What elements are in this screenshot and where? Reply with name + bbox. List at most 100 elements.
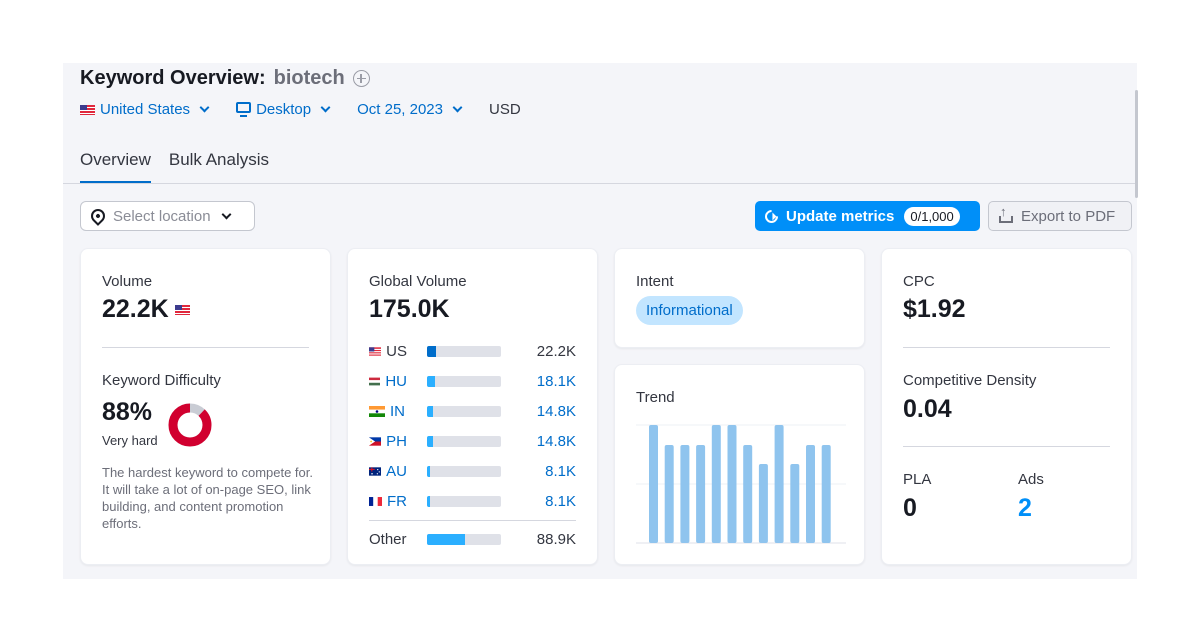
volume-share-bar — [427, 465, 501, 477]
tabs: Overview Bulk Analysis — [80, 150, 269, 184]
country-row-fr[interactable]: FR 8.1K — [369, 491, 576, 511]
trend-chart — [636, 424, 846, 544]
cpc-card: CPC $1.92 Competitive Density 0.04 PLA 0… — [881, 248, 1132, 565]
monitor-icon — [236, 102, 252, 117]
country-row-other: Other 88.9K — [369, 529, 576, 549]
country-code-cell: IN — [369, 403, 407, 420]
device-selector[interactable]: Desktop — [236, 101, 331, 118]
ads-value[interactable]: 2 — [1018, 494, 1032, 523]
country-selector[interactable]: United States — [80, 101, 210, 118]
hu-flag-icon — [369, 377, 381, 385]
volume-share-fill — [427, 345, 437, 357]
country-volume: 18.1K — [536, 372, 576, 390]
country-row-hu[interactable]: HU 18.1K — [369, 371, 576, 391]
trend-label: Trend — [636, 389, 675, 406]
kd-value: 88% — [102, 398, 153, 426]
trend-bar — [774, 425, 784, 543]
keyword-overview-panel: Keyword Overview: biotech United States … — [63, 63, 1137, 579]
cpc-value: $1.92 — [903, 295, 966, 323]
volume-share-bar — [427, 495, 501, 507]
country-code-cell: PH — [369, 433, 407, 450]
tab-overview[interactable]: Overview — [80, 150, 151, 184]
pla-label: PLA — [903, 471, 932, 488]
update-metrics-label: Update metrics — [786, 207, 895, 225]
us-flag-icon — [369, 346, 382, 356]
au-flag-icon — [369, 466, 382, 476]
export-pdf-button[interactable]: Export to PDF — [988, 201, 1132, 231]
volume-share-bar — [427, 375, 501, 387]
page-header: Keyword Overview: biotech — [80, 67, 370, 90]
global-volume-label: Global Volume — [369, 273, 467, 290]
volume-share-fill — [427, 375, 435, 387]
competitive-density-value: 0.04 — [903, 395, 952, 423]
volume-share-fill — [427, 495, 431, 507]
tab-bulk-analysis[interactable]: Bulk Analysis — [169, 150, 269, 184]
volume-kd-card: Volume 22.2K Keyword Difficulty 88% Very… — [80, 248, 331, 565]
volume-share-bar — [427, 405, 501, 417]
country-row-au[interactable]: AU 8.1K — [369, 461, 576, 481]
kd-label: Keyword Difficulty — [102, 372, 221, 389]
location-pin-icon — [88, 206, 108, 226]
update-metrics-button[interactable]: Update metrics 0/1,000 — [755, 201, 980, 231]
country-code: PH — [386, 432, 407, 450]
intent-card: Intent Informational — [614, 248, 865, 348]
competitive-density-label: Competitive Density — [903, 372, 1037, 389]
location-placeholder: Select location — [113, 207, 211, 225]
country-code-cell: AU — [369, 463, 407, 480]
volume-share-fill — [427, 435, 434, 447]
location-select[interactable]: Select location — [80, 201, 255, 231]
country-volume: 14.8K — [536, 402, 576, 420]
trend-bar — [806, 445, 815, 543]
date-selector[interactable]: Oct 25, 2023 — [357, 101, 463, 118]
country-row-ph[interactable]: PH 14.8K — [369, 431, 576, 451]
refresh-icon — [762, 206, 781, 226]
fr-flag-icon — [369, 496, 382, 506]
tabs-divider — [63, 183, 1137, 184]
export-label: Export to PDF — [1021, 207, 1116, 225]
volume-value-row: 22.2K — [102, 295, 190, 324]
country-volume: 8.1K — [545, 492, 576, 510]
date-label: Oct 25, 2023 — [357, 101, 443, 118]
country-code: HU — [385, 372, 407, 390]
ads-label: Ads — [1018, 471, 1044, 488]
keyword-text: biotech — [273, 67, 345, 89]
filters-bar: United States Desktop Oct 25, 2023 USD — [80, 101, 521, 118]
volume-label: Volume — [102, 273, 153, 290]
trend-bar — [758, 463, 768, 543]
country-volume: 22.2K — [536, 342, 576, 360]
global-volume-value: 175.0K — [369, 295, 450, 323]
page-title: Keyword Overview: — [80, 67, 266, 89]
trend-bar — [743, 445, 753, 543]
vertical-scrollbar[interactable] — [1135, 90, 1138, 198]
volume-share-fill — [427, 405, 434, 417]
plus-circle-icon[interactable] — [352, 70, 370, 87]
volume-share-bar — [427, 435, 501, 447]
currency-label: USD — [489, 101, 521, 118]
kd-description: The hardest keyword to compete for. It w… — [102, 465, 313, 531]
trend-bar — [711, 425, 721, 543]
country-code: FR — [387, 492, 407, 510]
upload-icon — [999, 204, 1013, 223]
divider — [102, 347, 309, 348]
kd-donut-chart — [168, 403, 212, 447]
global-volume-card: Global Volume 175.0K US 22.2K HU 18.1K I… — [347, 248, 598, 565]
trend-bar — [821, 445, 831, 543]
divider — [903, 347, 1110, 348]
ph-flag-icon — [369, 436, 382, 446]
country-row-in[interactable]: IN 14.8K — [369, 401, 576, 421]
country-volume: 14.8K — [536, 432, 576, 450]
intent-badge: Informational — [636, 296, 743, 325]
country-label: United States — [100, 101, 191, 118]
trend-bar — [790, 463, 800, 543]
trend-bar — [680, 445, 690, 543]
trend-card: Trend — [614, 364, 865, 565]
in-flag-icon — [369, 405, 385, 417]
volume-share-bar — [427, 345, 501, 357]
country-volume: 8.1K — [545, 462, 576, 480]
country-row-us[interactable]: US 22.2K — [369, 341, 576, 361]
other-label: Other — [369, 530, 407, 548]
trend-bar — [664, 445, 674, 543]
cpc-label: CPC — [903, 273, 935, 290]
country-code: AU — [386, 462, 407, 480]
device-label: Desktop — [256, 101, 312, 118]
